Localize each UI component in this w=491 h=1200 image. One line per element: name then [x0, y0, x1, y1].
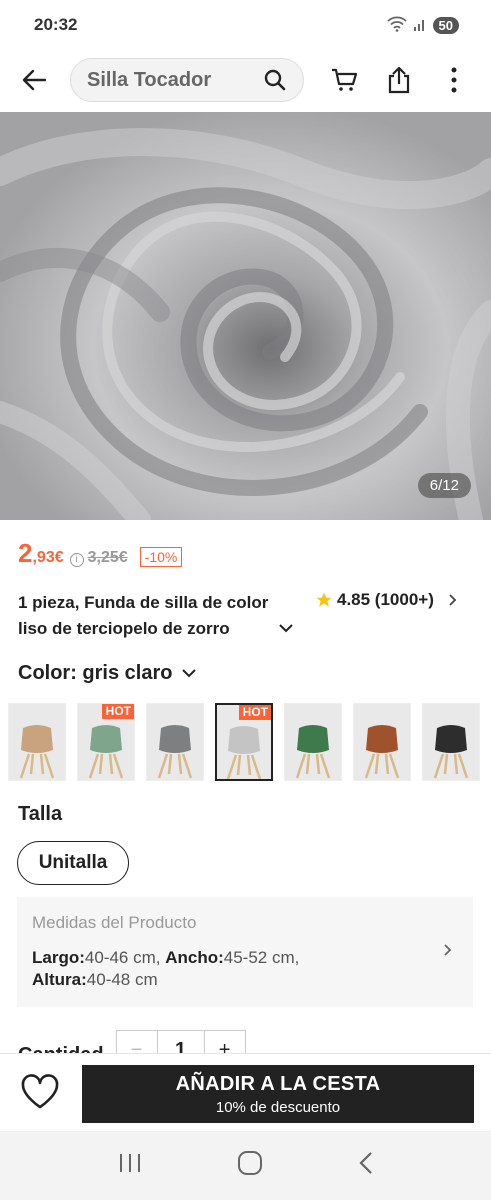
info-icon[interactable]: i: [69, 553, 84, 567]
original-price: 3,25€: [87, 549, 128, 566]
search-input[interactable]: Silla Tocador: [87, 69, 211, 92]
color-swatch[interactable]: HOT: [215, 703, 273, 781]
add-to-cart-label: AÑADIR A LA CESTA: [175, 1072, 381, 1095]
price-integer: 2: [18, 538, 33, 568]
status-bar: 20:32 50: [0, 0, 491, 50]
chair-thumbnail-icon: [433, 725, 469, 779]
size-option-button[interactable]: Unitalla: [17, 841, 129, 885]
altura-value: 40-48 cm: [86, 970, 158, 989]
search-bar[interactable]: Silla Tocador: [70, 58, 304, 102]
color-label: Color: gris claro: [18, 662, 173, 684]
wishlist-button[interactable]: [20, 1074, 60, 1114]
color-selector[interactable]: Color: gris claro: [18, 662, 197, 685]
chair-thumbnail-icon: [295, 725, 331, 779]
color-swatches: HOT HOT: [8, 703, 480, 781]
share-icon: [388, 66, 410, 94]
share-button[interactable]: [379, 60, 419, 100]
price-decimals: ,93€: [32, 549, 64, 566]
measures-body: Largo:40-46 cm, Ancho:45-52 cm, Altura:4…: [32, 947, 362, 991]
signal-icon: [413, 17, 427, 34]
product-title: 1 pieza, Funda de silla de color liso de…: [18, 593, 269, 638]
recents-button[interactable]: [118, 1152, 142, 1179]
hot-badge: HOT: [238, 705, 271, 720]
cart-icon: [332, 68, 358, 91]
product-measures[interactable]: Medidas del Producto Largo:40-46 cm, Anc…: [17, 897, 473, 1007]
chevron-right-icon: [444, 944, 452, 956]
price-row: 2,93€ i 3,25€ -10%: [18, 538, 183, 569]
ancho-value: 45-52 cm,: [223, 948, 300, 967]
back-button[interactable]: [14, 60, 54, 100]
chair-thumbnail-icon: [364, 725, 400, 779]
add-to-cart-sublabel: 10% de descuento: [215, 1098, 341, 1116]
heart-icon: [21, 1074, 59, 1109]
chevron-down-icon: [182, 669, 197, 678]
ancho-label: Ancho:: [165, 948, 224, 967]
bottom-action-bar: AÑADIR A LA CESTA 10% de descuento: [0, 1053, 491, 1131]
largo-label: Largo:: [32, 948, 85, 967]
back-nav-button[interactable]: [358, 1151, 374, 1180]
more-vertical-icon: [451, 67, 457, 93]
chair-thumbnail-icon: [157, 725, 193, 779]
size-label: Talla: [18, 803, 63, 825]
hot-badge: HOT: [101, 704, 134, 719]
color-swatch[interactable]: [8, 703, 66, 781]
rating-value: 4.85 (1000+): [337, 590, 434, 609]
chair-thumbnail-icon: [19, 725, 55, 779]
chair-thumbnail-icon: [88, 725, 124, 779]
velvet-fabric-image: [0, 112, 491, 520]
chevron-right-icon: [449, 594, 457, 606]
altura-label: Altura:: [32, 970, 87, 989]
home-icon: [237, 1151, 262, 1175]
rating-summary[interactable]: 4.85 (1000+): [315, 590, 458, 610]
measures-title: Medidas del Producto: [32, 913, 197, 932]
color-swatch[interactable]: [353, 703, 411, 781]
arrow-left-icon: [22, 69, 47, 91]
largo-value: 40-46 cm,: [84, 948, 161, 967]
color-swatch[interactable]: [146, 703, 204, 781]
color-swatch[interactable]: HOT: [77, 703, 135, 781]
product-image[interactable]: 6/12: [0, 112, 491, 520]
expand-title-button[interactable]: [278, 620, 294, 638]
add-to-cart-button[interactable]: AÑADIR A LA CESTA 10% de descuento: [82, 1065, 474, 1123]
discount-badge: -10%: [139, 547, 183, 567]
recents-icon: [119, 1154, 140, 1172]
chair-thumbnail-icon: [226, 726, 262, 779]
color-swatch[interactable]: [284, 703, 342, 781]
sale-price: 2,93€: [18, 538, 64, 569]
cart-button[interactable]: [324, 60, 364, 100]
system-nav-bar: [0, 1131, 491, 1200]
top-bar: Silla Tocador: [0, 50, 491, 110]
color-swatch[interactable]: [422, 703, 480, 781]
more-options-button[interactable]: [434, 60, 474, 100]
status-time: 20:32: [34, 15, 78, 34]
chevron-down-icon: [279, 624, 293, 633]
search-icon[interactable]: [263, 68, 287, 92]
chevron-left-icon: [358, 1152, 372, 1174]
battery-level: 50: [432, 16, 459, 34]
image-counter: 6/12: [417, 473, 471, 498]
wifi-icon: [386, 16, 407, 35]
home-button[interactable]: [237, 1150, 263, 1181]
star-icon: [316, 592, 332, 607]
